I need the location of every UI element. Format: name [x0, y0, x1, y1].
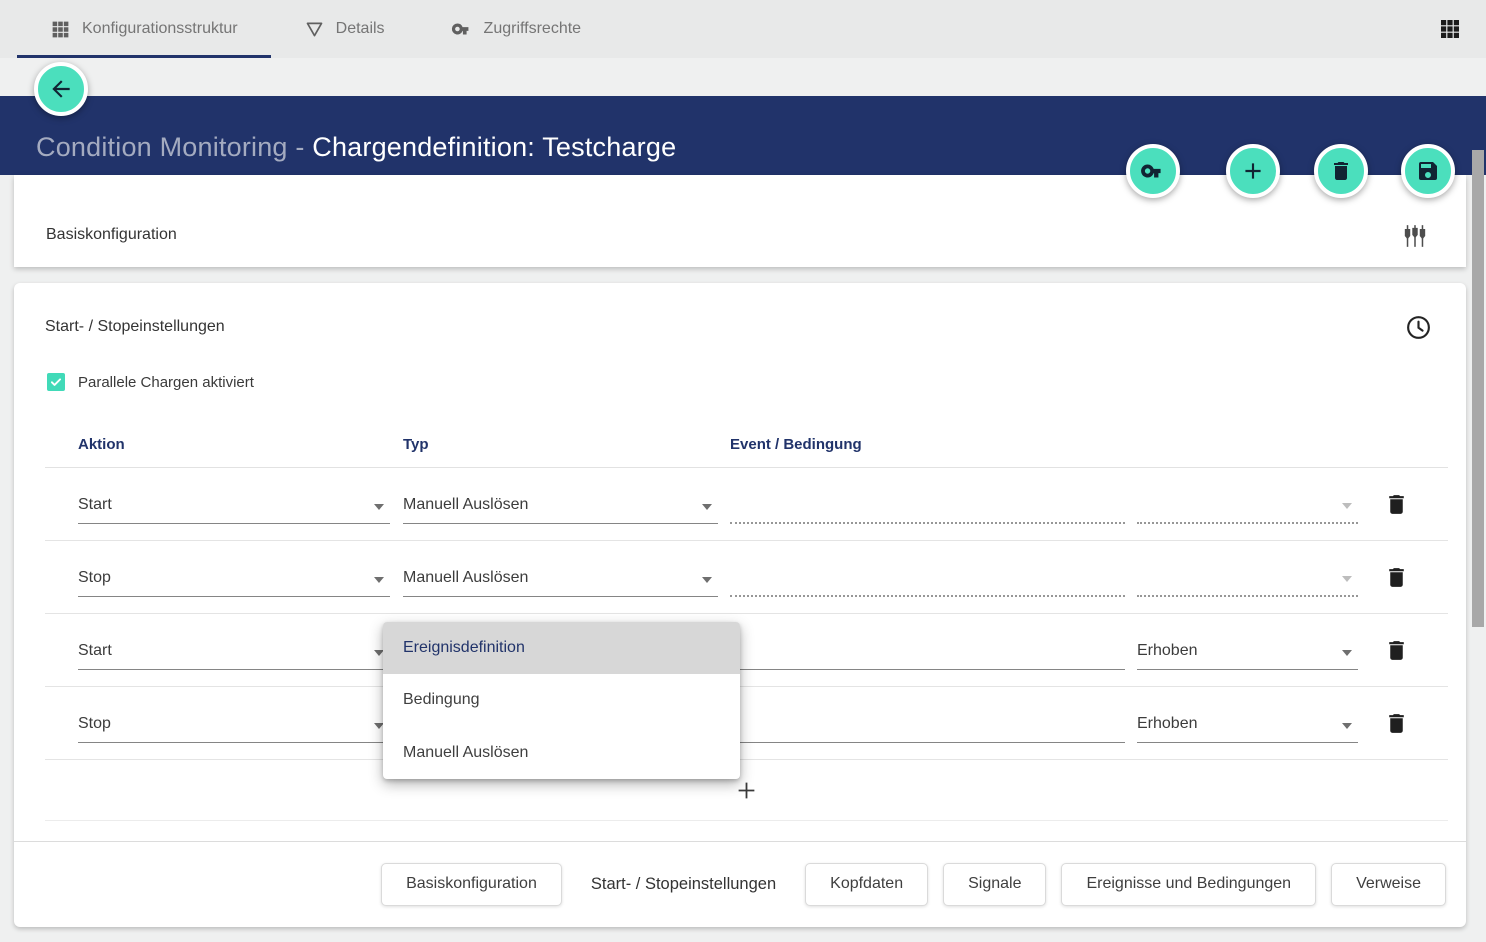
startstop-table: Aktion Typ Event / Bedingung Start Manue… [45, 432, 1448, 821]
table-header-row: Aktion Typ Event / Bedingung [45, 432, 1448, 468]
chevron-down-icon [702, 504, 712, 510]
plus-icon [1240, 158, 1266, 184]
parallel-chargen-label: Parallele Chargen aktiviert [78, 374, 254, 391]
startstop-header: Start- / Stopeinstellungen [14, 283, 1466, 340]
trigger-select[interactable]: Erhoben [1137, 630, 1358, 670]
chevron-down-icon [1342, 650, 1352, 656]
chevron-down-icon [374, 577, 384, 583]
column-header-typ: Typ [390, 436, 718, 453]
arrow-left-icon [48, 76, 74, 102]
delete-row-button[interactable] [1384, 638, 1409, 663]
tune-sliders-icon[interactable] [1402, 223, 1428, 249]
page-title-main: Chargendefinition: Testcharge [312, 132, 676, 162]
nav-verweise-button[interactable]: Verweise [1331, 863, 1446, 906]
nav-current-section-label: Start- / Stopeinstellungen [591, 875, 776, 894]
chevron-down-icon [702, 577, 712, 583]
tab-details[interactable]: Details [271, 0, 418, 58]
select-value: Manuell Auslösen [403, 496, 528, 514]
typ-select[interactable]: Manuell Auslösen [403, 557, 718, 597]
aktion-select[interactable]: Stop [78, 557, 390, 597]
delete-row-button[interactable] [1384, 492, 1409, 517]
trigger-select [1137, 557, 1358, 597]
typ-dropdown-menu: Ereignisdefinition Bedingung Manuell Aus… [383, 622, 740, 779]
delete-button[interactable] [1314, 144, 1368, 198]
aktion-select[interactable]: Start [78, 630, 390, 670]
nav-basiskonfiguration-button[interactable]: Basiskonfiguration [381, 863, 562, 906]
table-row: Stop Erhoben [45, 687, 1448, 760]
tab-label: Konfigurationsstruktur [82, 20, 238, 38]
select-value: Start [78, 642, 112, 660]
delete-row-button[interactable] [1384, 711, 1409, 736]
funnel-icon [304, 19, 325, 40]
dropdown-option-bedingung[interactable]: Bedingung [383, 674, 740, 726]
chevron-down-icon [1342, 723, 1352, 729]
chevron-down-icon [374, 504, 384, 510]
event-field[interactable] [730, 630, 1125, 670]
select-value: Start [78, 496, 112, 514]
nav-ereignisse-und-bedingungen-button[interactable]: Ereignisse und Bedingungen [1061, 863, 1316, 906]
parallel-chargen-checkbox[interactable] [47, 373, 65, 391]
screen: Konfigurationsstruktur Details Zugriffsr… [0, 0, 1486, 942]
apps-grid-icon[interactable] [1438, 17, 1462, 41]
select-value: Stop [78, 715, 111, 733]
permissions-button[interactable] [1126, 144, 1180, 198]
delete-row-button[interactable] [1384, 565, 1409, 590]
select-value: Erhoben [1137, 642, 1198, 660]
typ-select[interactable]: Manuell Auslösen [403, 484, 718, 524]
event-field [730, 557, 1125, 597]
column-header-aktion: Aktion [45, 436, 390, 453]
tab-label: Details [336, 20, 385, 38]
select-value: Manuell Auslösen [403, 569, 528, 587]
trigger-select [1137, 484, 1358, 524]
save-icon [1416, 159, 1440, 183]
add-row-button[interactable] [733, 777, 760, 804]
clock-icon[interactable] [1405, 314, 1432, 341]
select-value: Erhoben [1137, 715, 1198, 733]
nav-kopfdaten-button[interactable]: Kopfdaten [805, 863, 928, 906]
dropdown-option-manuell-ausloesen[interactable]: Manuell Auslösen [383, 727, 740, 779]
back-button[interactable] [34, 62, 88, 116]
table-row: Start Manuell Auslösen [45, 468, 1448, 541]
key-icon [1140, 158, 1166, 184]
check-icon [49, 375, 63, 389]
trash-icon [1329, 159, 1353, 183]
page-title: Condition Monitoring - Chargendefinition… [36, 132, 676, 163]
save-button[interactable] [1401, 144, 1455, 198]
key-icon [451, 18, 473, 40]
section-nav: Basiskonfiguration Start- / Stopeinstell… [14, 841, 1466, 926]
scrollbar-thumb[interactable] [1472, 150, 1484, 627]
aktion-select[interactable]: Start [78, 484, 390, 524]
top-tab-bar: Konfigurationsstruktur Details Zugriffsr… [0, 0, 1486, 58]
basiskonfiguration-title: Basiskonfiguration [46, 226, 177, 244]
table-row: Start Erhoben [45, 614, 1448, 687]
table-row: Stop Manuell Auslösen [45, 541, 1448, 614]
tab-label: Zugriffsrechte [484, 20, 582, 38]
grid-icon [50, 19, 71, 40]
page-title-prefix: Condition Monitoring - [36, 132, 312, 162]
trigger-select[interactable]: Erhoben [1137, 703, 1358, 743]
select-value: Stop [78, 569, 111, 587]
column-header-event-bedingung: Event / Bedingung [718, 436, 1125, 453]
chevron-down-icon [1342, 503, 1352, 509]
startstop-title: Start- / Stopeinstellungen [45, 318, 225, 336]
nav-signale-button[interactable]: Signale [943, 863, 1046, 906]
add-row-section [45, 760, 1448, 821]
tab-konfigurationsstruktur[interactable]: Konfigurationsstruktur [17, 0, 271, 58]
dropdown-option-ereignisdefinition[interactable]: Ereignisdefinition [383, 622, 740, 674]
chevron-down-icon [1342, 576, 1352, 582]
tab-zugriffsrechte[interactable]: Zugriffsrechte [418, 0, 615, 58]
startstop-card: Start- / Stopeinstellungen Parallele Cha… [14, 283, 1466, 927]
event-field[interactable] [730, 703, 1125, 743]
add-button[interactable] [1226, 144, 1280, 198]
event-field [730, 484, 1125, 524]
parallel-chargen-row: Parallele Chargen aktiviert [47, 372, 1466, 392]
aktion-select[interactable]: Stop [78, 703, 390, 743]
